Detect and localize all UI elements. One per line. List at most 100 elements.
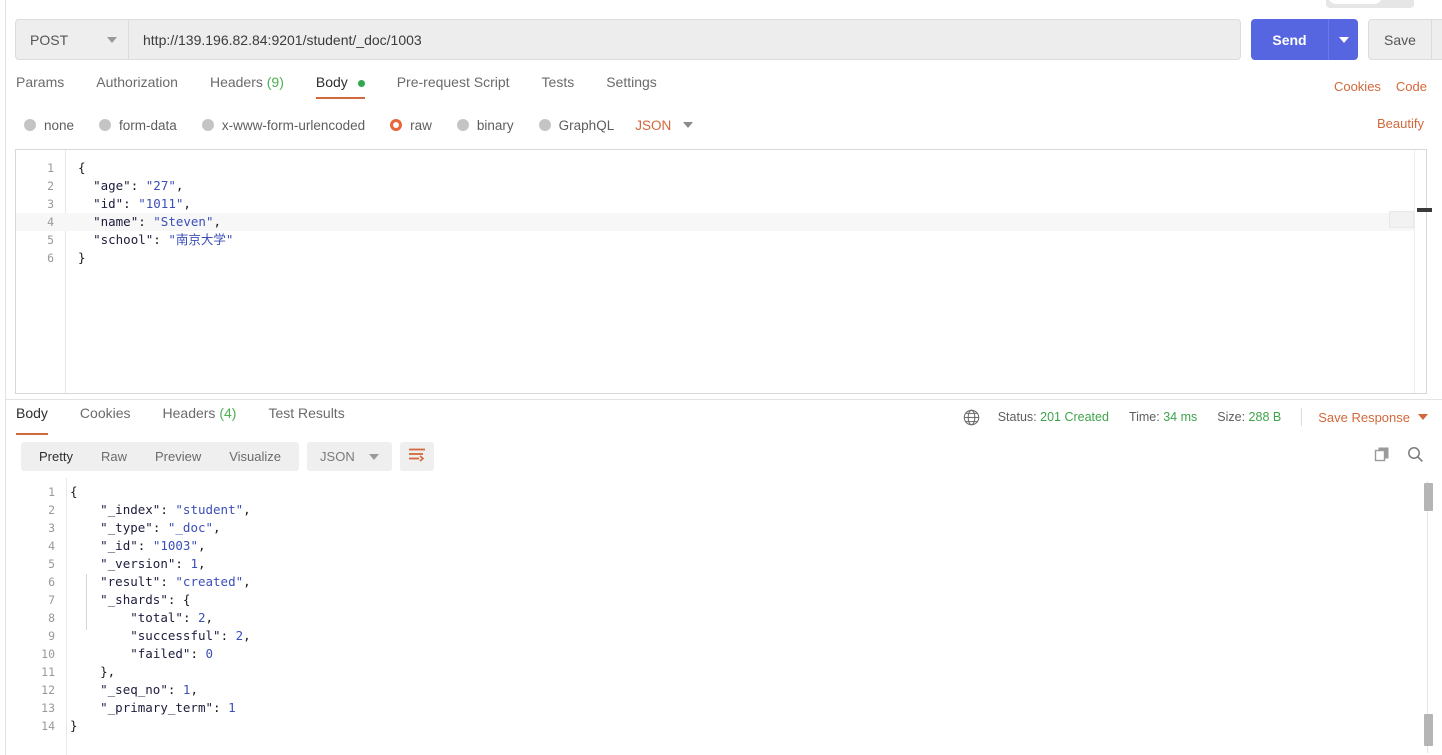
http-method-select[interactable]: POST: [15, 19, 128, 60]
save-button[interactable]: Save: [1368, 19, 1431, 60]
request-tab-headers[interactable]: Headers (9): [210, 74, 284, 99]
request-tab-authorization[interactable]: Authorization: [96, 74, 178, 99]
line-text: "id": "1011",: [93, 196, 191, 211]
response-tab-cookies[interactable]: Cookies: [80, 405, 131, 435]
line-number: 6: [48, 575, 55, 589]
code-link[interactable]: Code: [1396, 79, 1427, 94]
line-text: "total": 2,: [130, 610, 214, 625]
postman-request-response-pane: POST http://139.196.82.84:9201/student/_…: [6, 0, 1442, 755]
cookies-link[interactable]: Cookies: [1334, 79, 1381, 94]
line-number: 9: [48, 629, 55, 643]
code-line: 6}: [16, 249, 1426, 267]
chevron-down-icon: [683, 122, 694, 128]
line-text: "failed": 0: [130, 646, 214, 661]
response-scrollbar-thumb-bottom[interactable]: [1424, 714, 1433, 746]
raw-format-select[interactable]: JSON: [635, 117, 694, 133]
beautify-link[interactable]: Beautify: [1377, 116, 1424, 131]
code-line: 4 "name": "Steven",: [16, 213, 1426, 231]
line-number: 3: [47, 197, 54, 211]
line-text: },: [100, 664, 116, 679]
code-line: 1{: [6, 483, 1442, 501]
line-number: 13: [41, 701, 55, 715]
radio-label: GraphQL: [558, 117, 615, 133]
response-scrollbar-thumb-top[interactable]: [1424, 483, 1433, 511]
request-editor-scroll-highlight: [1389, 211, 1414, 228]
chevron-down-icon: [1418, 414, 1428, 420]
raw-format-label: JSON: [635, 117, 672, 133]
response-scrollbar-track[interactable]: [1427, 481, 1428, 753]
body-type-form-data[interactable]: form-data: [99, 118, 177, 133]
line-number: 2: [47, 179, 54, 193]
time-value: 34 ms: [1163, 410, 1198, 424]
line-number: 8: [48, 611, 55, 625]
wrap-lines-button[interactable]: [399, 442, 434, 471]
request-editor-scroll-thumb[interactable]: [1417, 208, 1432, 212]
status-code-stat: Status: 201 Created: [998, 410, 1109, 424]
code-line: 12 "_seq_no": 1,: [6, 681, 1442, 699]
search-icon[interactable]: [1407, 446, 1424, 463]
body-type-none[interactable]: none: [24, 118, 74, 133]
response-tab-test-results[interactable]: Test Results: [268, 405, 344, 435]
globe-icon: [963, 409, 980, 426]
response-view-mode-group: Pretty Raw Preview Visualize: [21, 442, 300, 471]
send-button[interactable]: Send: [1251, 19, 1328, 60]
code-line: 7 "_shards": {: [6, 591, 1442, 609]
line-number: 14: [41, 719, 55, 733]
copy-icon[interactable]: [1374, 446, 1391, 463]
body-type-raw[interactable]: raw: [390, 118, 432, 133]
code-line: 9 "successful": 2,: [6, 627, 1442, 645]
line-number: 6: [47, 251, 54, 265]
radio-icon: [538, 119, 551, 131]
request-tab-params[interactable]: Params: [16, 74, 64, 99]
radio-label: raw: [410, 117, 432, 133]
code-line: 8 "total": 2,: [6, 609, 1442, 627]
request-tab-settings[interactable]: Settings: [606, 74, 657, 99]
response-tab-body[interactable]: Body: [16, 405, 48, 435]
body-present-dot-icon: [357, 79, 365, 87]
request-url-input[interactable]: http://139.196.82.84:9201/student/_doc/1…: [128, 19, 1241, 60]
line-text: }: [78, 250, 86, 265]
request-tab-body[interactable]: Body: [315, 74, 365, 99]
save-response-button[interactable]: Save Response: [1318, 410, 1428, 425]
line-number: 4: [47, 215, 54, 229]
body-type-x-www-form-urlencoded[interactable]: x-www-form-urlencoded: [201, 117, 366, 133]
code-line: 6 "result": "created",: [6, 573, 1442, 591]
line-number: 5: [48, 557, 55, 571]
body-type-binary[interactable]: binary: [456, 117, 514, 133]
response-tab-headers[interactable]: Headers (4): [163, 405, 237, 435]
request-tab-pre-request-script[interactable]: Pre-request Script: [397, 74, 510, 99]
request-code-area[interactable]: 1{2 "age": "27", 3 "id": "1011", 4 "name":…: [16, 150, 1426, 393]
tab-label: Cookies: [79, 405, 131, 421]
line-text: "result": "created",: [100, 574, 251, 589]
request-tab-bar: Params Authorization Headers (9) Body Pr…: [16, 74, 689, 104]
code-line: 4 "_id": "1003",: [6, 537, 1442, 555]
response-time-stat: Time: 34 ms: [1129, 410, 1197, 424]
line-number: 12: [41, 683, 55, 697]
top-partial-control-notch: [1328, 0, 1382, 4]
save-options-button[interactable]: [1431, 19, 1442, 60]
request-tab-tests[interactable]: Tests: [542, 74, 575, 99]
view-mode-pretty[interactable]: Pretty: [25, 442, 87, 471]
radio-label: none: [44, 117, 75, 133]
radio-label: binary: [476, 117, 514, 133]
time-label: Time:: [1128, 410, 1160, 424]
tab-label: Pre-request Script: [396, 74, 510, 90]
body-type-graphql[interactable]: GraphQL: [538, 117, 615, 133]
tab-label: Tests: [541, 74, 575, 90]
view-mode-visualize[interactable]: Visualize: [215, 442, 295, 471]
view-mode-raw[interactable]: Raw: [87, 442, 141, 471]
view-mode-preview[interactable]: Preview: [141, 442, 215, 471]
request-editor-scrollbar[interactable]: [1414, 150, 1426, 393]
divider: [1301, 408, 1303, 426]
radio-label: x-www-form-urlencoded: [221, 117, 366, 133]
tab-label: Headers: [162, 405, 216, 421]
line-number: 11: [41, 665, 55, 679]
response-body-viewer[interactable]: 1{2 "_index": "student", 3 "_type": "_doc…: [6, 478, 1442, 755]
response-size-stat: Size: 288 B: [1217, 410, 1281, 424]
response-format-select[interactable]: JSON: [307, 442, 392, 471]
line-text: "name": "Steven",: [93, 214, 222, 229]
line-number: 3: [48, 521, 55, 535]
send-options-button[interactable]: [1328, 19, 1358, 60]
request-body-editor[interactable]: 1{2 "age": "27", 3 "id": "1011", 4 "name":…: [15, 149, 1427, 394]
code-line: 5 "_version": 1,: [6, 555, 1442, 573]
